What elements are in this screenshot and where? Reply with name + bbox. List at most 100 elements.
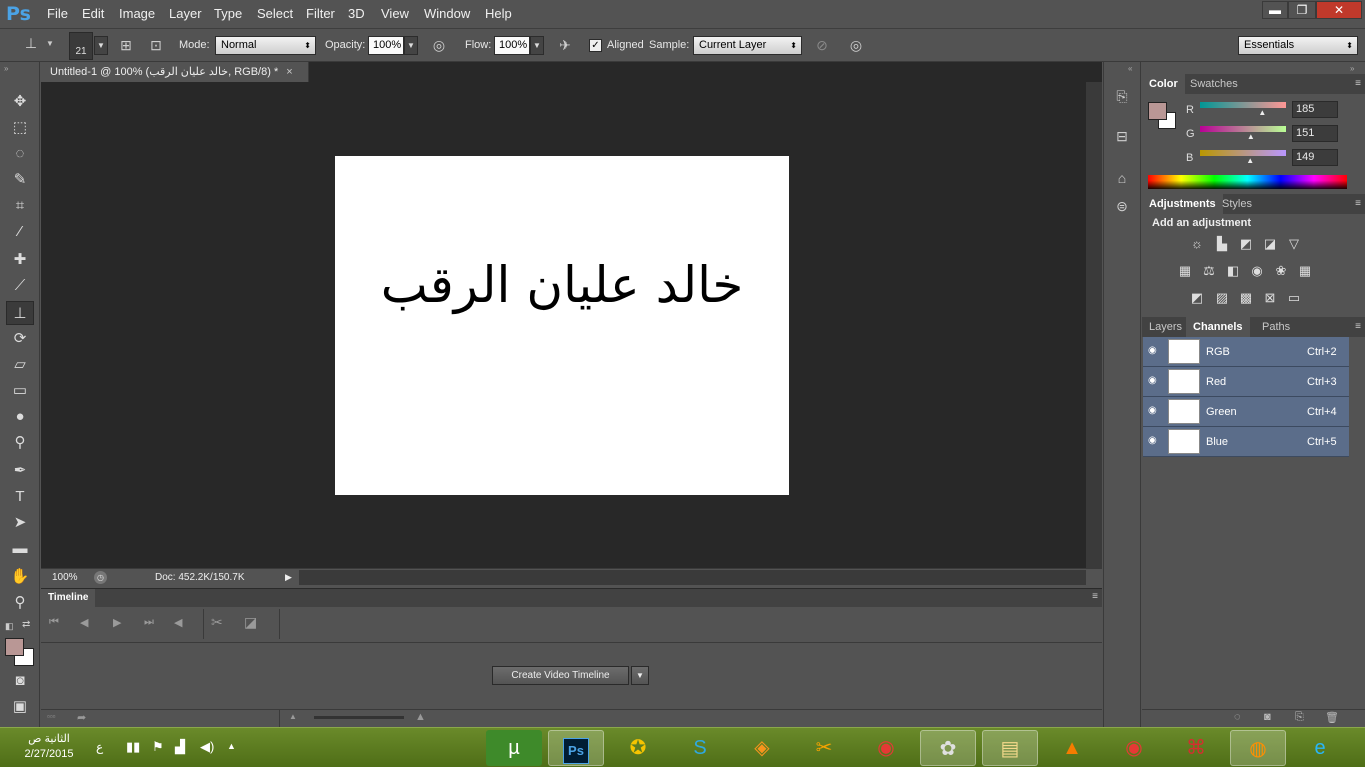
timeline-type-arrow[interactable]: ▼ — [631, 666, 649, 685]
action-center-flag-icon[interactable]: ⚑ — [152, 739, 164, 755]
language-indicator[interactable]: ع — [96, 740, 103, 754]
ignore-adjustment-layers-icon[interactable]: ⊘ — [812, 37, 832, 54]
marquee-tool-icon[interactable]: ⬚ — [6, 116, 34, 140]
blue-slider-handle[interactable]: ▲ — [1246, 156, 1254, 165]
canvas[interactable]: خالد عليان الرقب — [335, 156, 789, 495]
gradient-tool-icon[interactable]: ▭ — [6, 379, 34, 403]
menu-view[interactable]: View — [381, 6, 409, 21]
photo-filter-icon[interactable]: ◉ — [1247, 263, 1267, 279]
menu-3d[interactable]: 3D — [348, 6, 365, 21]
posterize-icon[interactable]: ▨ — [1212, 290, 1232, 306]
pressure-opacity-icon[interactable]: ◎ — [429, 37, 449, 54]
menu-select[interactable]: Select — [257, 6, 293, 21]
black-white-icon[interactable]: ◧ — [1223, 263, 1243, 279]
tab-swatches[interactable]: Swatches — [1183, 74, 1245, 94]
create-video-timeline-button[interactable]: Create Video Timeline — [492, 666, 629, 685]
healing-brush-tool-icon[interactable]: ✚ — [6, 248, 34, 272]
red-slider-handle[interactable]: ▲ — [1258, 108, 1266, 117]
system-clock[interactable]: الثانية ص 2/27/2015 — [14, 732, 84, 762]
render-icon[interactable]: ➦ — [77, 711, 86, 724]
toggle-brush-panel-icon[interactable]: ⊞ — [116, 37, 136, 54]
panel-menu-icon[interactable]: ≡ — [1355, 198, 1361, 209]
audio-icon[interactable]: ◀ — [174, 616, 182, 629]
visibility-eye-icon[interactable]: ◉ — [1148, 375, 1157, 386]
close-button[interactable]: ✕ — [1316, 1, 1362, 19]
close-tab-icon[interactable]: × — [286, 66, 292, 78]
brightness-contrast-icon[interactable]: ☼ — [1187, 236, 1207, 252]
eraser-tool-icon[interactable]: ▱ — [6, 353, 34, 377]
vlc-icon[interactable]: ▲ — [1044, 730, 1100, 766]
app-icon[interactable]: ✿ — [920, 730, 976, 766]
rectangle-tool-icon[interactable]: ▬ — [6, 537, 34, 561]
green-slider[interactable] — [1200, 126, 1286, 132]
visibility-eye-icon[interactable]: ◉ — [1148, 435, 1157, 446]
pressure-size-icon[interactable]: ◎ — [846, 37, 866, 54]
screen-mode-icon[interactable]: ▣ — [6, 695, 34, 719]
lasso-tool-icon[interactable]: ◌ — [6, 142, 34, 166]
photoshop-icon[interactable]: Ps — [548, 730, 604, 766]
green-slider-handle[interactable]: ▲ — [1247, 132, 1255, 141]
skype-icon[interactable]: S — [672, 730, 728, 766]
tab-paths[interactable]: Paths — [1255, 317, 1297, 337]
play-icon[interactable]: ▶ — [113, 616, 121, 629]
tab-adjustments[interactable]: Adjustments — [1142, 194, 1223, 214]
status-menu-arrow-icon[interactable]: ▶ — [285, 569, 292, 586]
horizontal-scrollbar[interactable] — [299, 570, 1086, 585]
vertical-scrollbar[interactable] — [1086, 82, 1102, 568]
vibrance-icon[interactable]: ▽ — [1284, 236, 1304, 252]
mode-dropdown[interactable]: Normal ⬍ — [215, 36, 316, 55]
clone-stamp-tool-icon[interactable]: ⊥ — [20, 35, 42, 52]
volume-icon[interactable]: ◀) — [200, 739, 214, 755]
quick-mask-icon[interactable]: ◙ — [6, 669, 34, 693]
firefox-icon[interactable]: ◍ — [1230, 730, 1286, 766]
minimize-button[interactable]: ▬ — [1262, 1, 1288, 19]
history-panel-icon[interactable]: ⎘ — [1112, 88, 1132, 105]
next-frame-icon[interactable]: ⏭ — [144, 616, 154, 629]
app-icon[interactable]: ◈ — [734, 730, 790, 766]
move-tool-icon[interactable]: ✥ — [6, 90, 34, 114]
selective-color-icon[interactable]: ⊠ — [1260, 290, 1280, 306]
curves-icon[interactable]: ◩ — [1236, 236, 1256, 252]
timeline-tab[interactable]: Timeline — [41, 589, 96, 607]
red-slider[interactable] — [1200, 102, 1286, 108]
tab-layers[interactable]: Layers — [1142, 317, 1189, 337]
load-selection-icon[interactable]: ◌ — [1234, 711, 1241, 723]
collapse-strip-icon[interactable]: « — [1128, 64, 1132, 73]
tool-preset-arrow-icon[interactable]: ▼ — [46, 39, 54, 48]
panel-menu-icon[interactable]: ≡ — [1355, 321, 1361, 332]
hue-saturation-icon[interactable]: ▦ — [1175, 263, 1195, 279]
hand-tool-icon[interactable]: ✋ — [6, 565, 34, 589]
status-info-icon[interactable]: ◷ — [94, 571, 107, 584]
channel-row-red[interactable]: ◉ Red Ctrl+3 — [1143, 367, 1349, 397]
channel-row-rgb[interactable]: ◉ RGB Ctrl+2 — [1143, 337, 1349, 367]
aligned-checkbox[interactable]: ✓ — [589, 39, 602, 52]
workspace-dropdown[interactable]: Essentials ⬍ — [1238, 36, 1358, 55]
dodge-tool-icon[interactable]: ⚲ — [6, 431, 34, 455]
menu-file[interactable]: File — [47, 6, 68, 21]
blue-value-field[interactable]: 149 — [1292, 149, 1338, 166]
default-colors-icon[interactable]: ◧ — [5, 621, 14, 632]
menu-filter[interactable]: Filter — [306, 6, 335, 21]
menu-help[interactable]: Help — [485, 6, 512, 21]
history-brush-tool-icon[interactable]: ⟳ — [6, 327, 34, 351]
channel-mixer-icon[interactable]: ❀ — [1271, 263, 1291, 279]
app-icon[interactable]: ✪ — [610, 730, 666, 766]
opacity-slider-arrow[interactable]: ▼ — [404, 36, 418, 55]
path-selection-tool-icon[interactable]: ➤ — [6, 511, 34, 535]
tab-color[interactable]: Color — [1142, 74, 1185, 94]
menu-layer[interactable]: Layer — [169, 6, 202, 21]
menu-image[interactable]: Image — [119, 6, 155, 21]
toggle-clone-source-icon[interactable]: ⊡ — [146, 37, 166, 54]
clone-stamp-tool-icon[interactable]: ⊥ — [6, 301, 34, 325]
panel-menu-icon[interactable]: ≡ — [1355, 78, 1361, 89]
green-value-field[interactable]: 151 — [1292, 125, 1338, 142]
quick-selection-tool-icon[interactable]: ✎ — [6, 168, 34, 192]
panel-menu-icon[interactable]: ≡ — [1092, 591, 1098, 602]
visibility-eye-icon[interactable]: ◉ — [1148, 345, 1157, 356]
pen-tool-icon[interactable]: ✒ — [6, 459, 34, 483]
collapse-toolbox-icon[interactable]: » — [4, 64, 8, 73]
color-spectrum-bar[interactable] — [1148, 175, 1347, 189]
properties-panel-icon[interactable]: ⊟ — [1112, 128, 1132, 145]
ie-icon[interactable]: e — [1292, 730, 1348, 766]
frame-view-icon[interactable]: ▫▫▫ — [47, 712, 56, 721]
